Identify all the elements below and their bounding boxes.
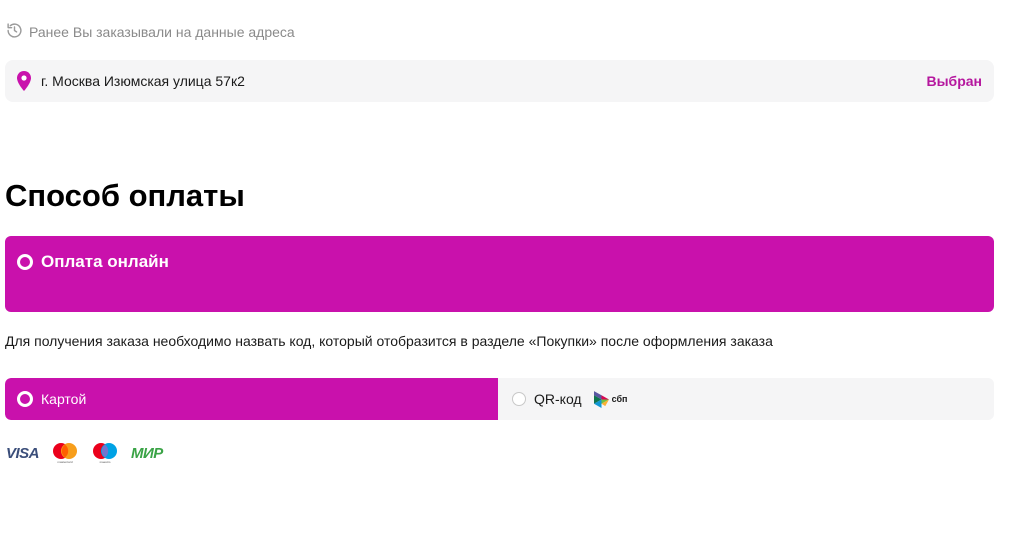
maestro-logo: maestro <box>91 442 119 464</box>
maestro-text: maestro <box>99 460 111 464</box>
payment-method-tabs: Картой QR-код сбп <box>5 378 994 420</box>
mastercard-logo: mastercard <box>51 442 79 464</box>
payment-online-radio[interactable] <box>17 254 33 270</box>
payment-online-option[interactable]: Оплата онлайн <box>5 236 994 312</box>
card-brand-logos: VISA mastercard maestro МИР <box>6 442 163 464</box>
visa-logo: VISA <box>6 444 40 462</box>
tab-qr-payment[interactable]: QR-код сбп <box>498 378 994 420</box>
sbp-icon <box>593 390 609 408</box>
payment-online-label: Оплата онлайн <box>41 252 169 271</box>
tab-card-payment[interactable]: Картой <box>5 378 498 420</box>
qr-radio[interactable] <box>512 392 526 406</box>
payment-note: Для получения заказа необходимо назвать … <box>5 333 773 349</box>
history-icon <box>6 22 23 42</box>
mastercard-icon <box>53 443 78 459</box>
tab-card-label: Картой <box>41 391 87 407</box>
sbp-label: сбп <box>611 394 628 404</box>
payment-method-title: Способ оплаты <box>5 178 245 213</box>
address-history-label: Ранее Вы заказывали на данные адреса <box>29 24 295 40</box>
tab-qr-label: QR-код <box>534 391 582 407</box>
sbp-logo: сбп <box>593 390 628 408</box>
address-selected-status[interactable]: Выбран <box>926 73 982 89</box>
card-radio[interactable] <box>17 391 33 407</box>
address-text: г. Москва Изюмская улица 57к2 <box>41 73 245 89</box>
address-history-header: Ранее Вы заказывали на данные адреса <box>6 22 295 42</box>
mastercard-text: mastercard <box>57 460 73 464</box>
map-pin-icon <box>17 71 31 91</box>
saved-address-card[interactable]: г. Москва Изюмская улица 57к2 Выбран <box>5 60 994 102</box>
mir-logo: МИР <box>131 444 163 462</box>
maestro-icon <box>93 443 118 459</box>
